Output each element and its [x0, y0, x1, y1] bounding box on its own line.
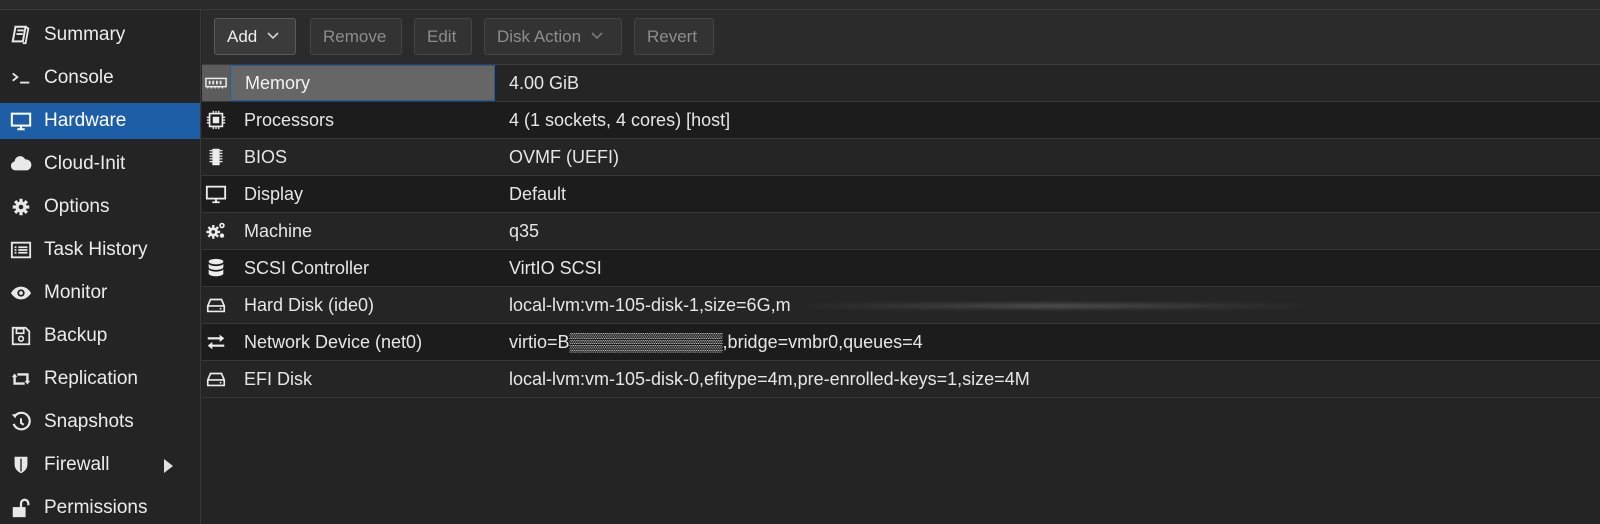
unlock-icon: [9, 496, 33, 520]
sidebar-item-label: Console: [44, 67, 114, 88]
sidebar-item-label: Options: [44, 196, 110, 217]
memory-icon: [202, 65, 230, 101]
sidebar-item-snapshots[interactable]: Snapshots: [0, 404, 200, 440]
gear-icon: [9, 195, 33, 219]
sidebar-item-label: Summary: [44, 24, 126, 45]
retweet-icon: [9, 367, 33, 391]
row-value: virtio=B▒▒▒▒▒▒▒▒▒▒▒▒,bridge=vmbr0,queues…: [509, 331, 923, 352]
exchange-icon: [202, 324, 230, 360]
hdd-icon: [202, 361, 230, 397]
cloud-icon: [9, 152, 33, 176]
disk-action-button[interactable]: Disk Action: [484, 18, 622, 55]
row-name: Hard Disk (ide0): [244, 294, 375, 315]
row-value: 4 (1 sockets, 4 cores) [host]: [509, 109, 731, 130]
row-name: Processors: [244, 109, 335, 130]
row-name: Network Device (net0): [244, 331, 423, 352]
sidebar-item-hardware[interactable]: Hardware: [0, 103, 200, 139]
hardware-row-efi-disk[interactable]: EFI Disk local-lvm:vm-105-disk-0,efitype…: [202, 361, 1600, 398]
hardware-row-display[interactable]: Display Default: [202, 176, 1600, 213]
hardware-row-hard-disk[interactable]: Hard Disk (ide0) local-lvm:vm-105-disk-1…: [202, 287, 1600, 324]
edit-button-label: Edit: [427, 26, 457, 46]
sidebar-item-label: Permissions: [44, 497, 148, 518]
row-name: SCSI Controller: [244, 257, 370, 278]
sidebar-item-label: Firewall: [44, 454, 110, 475]
sidebar-item-label: Replication: [44, 368, 138, 389]
desktop-icon: [202, 176, 230, 212]
list-icon: [9, 238, 33, 262]
sidebar-item-replication[interactable]: Replication: [0, 361, 200, 397]
terminal-icon: [9, 66, 33, 90]
sidebar-item-label: Task History: [44, 239, 148, 260]
remove-button[interactable]: Remove: [310, 18, 402, 55]
sidebar-item-cloud-init[interactable]: Cloud-Init: [0, 146, 200, 182]
microchip-icon: [202, 139, 230, 175]
row-name: Memory: [230, 65, 495, 101]
vm-sidebar-nav: Summary Console Hardware Cloud-Init Opti…: [0, 10, 201, 524]
sidebar-item-firewall[interactable]: Firewall: [0, 447, 200, 483]
app-root: Summary Console Hardware Cloud-Init Opti…: [0, 0, 1600, 524]
chevron-down-icon: [591, 31, 603, 42]
row-name: Machine: [244, 220, 313, 241]
revert-button[interactable]: Revert: [634, 18, 714, 55]
hdd-icon: [202, 287, 230, 323]
disk-action-button-label: Disk Action: [497, 26, 582, 46]
eye-icon: [9, 281, 33, 305]
sidebar-item-console[interactable]: Console: [0, 60, 200, 96]
cpu-icon: [202, 102, 230, 138]
row-value: local-lvm:vm-105-disk-0,efitype=4m,pre-e…: [509, 368, 1030, 389]
hardware-row-memory[interactable]: Memory 4.00 GiB: [202, 65, 1600, 102]
row-value: VirtIO SCSI: [509, 257, 602, 278]
monitor-icon: [9, 109, 33, 133]
row-name: Display: [244, 183, 304, 204]
row-name: EFI Disk: [244, 368, 313, 389]
edit-button[interactable]: Edit: [414, 18, 472, 55]
history-icon: [9, 410, 33, 434]
sidebar-item-backup[interactable]: Backup: [0, 318, 200, 354]
hardware-toolbar: Add Remove Edit Disk Action Revert: [202, 10, 1600, 65]
expand-arrow-icon[interactable]: [164, 459, 173, 473]
hardware-row-network-device[interactable]: Network Device (net0) virtio=B▒▒▒▒▒▒▒▒▒▒…: [202, 324, 1600, 361]
add-button[interactable]: Add: [214, 18, 296, 55]
sidebar-item-task-history[interactable]: Task History: [0, 232, 200, 268]
hardware-row-bios[interactable]: BIOS OVMF (UEFI): [202, 139, 1600, 176]
sidebar-item-label: Backup: [44, 325, 108, 346]
add-button-label: Add: [227, 26, 258, 46]
row-value: OVMF (UEFI): [509, 146, 619, 167]
top-header-bar: [0, 0, 1600, 10]
hardware-row-processors[interactable]: Processors 4 (1 sockets, 4 cores) [host]: [202, 102, 1600, 139]
cogs-icon: [202, 213, 230, 249]
revert-button-label: Revert: [647, 26, 698, 46]
remove-button-label: Remove: [323, 26, 387, 46]
hardware-row-machine[interactable]: Machine q35: [202, 213, 1600, 250]
floppy-icon: [9, 324, 33, 348]
redacted-blur: [794, 304, 1314, 308]
row-value: 4.00 GiB: [509, 72, 580, 93]
sidebar-item-monitor[interactable]: Monitor: [0, 275, 200, 311]
sidebar-item-options[interactable]: Options: [0, 189, 200, 225]
sidebar-item-label: Cloud-Init: [44, 153, 126, 174]
sidebar-item-label: Monitor: [44, 282, 108, 303]
sidebar-item-label: Snapshots: [44, 411, 134, 432]
shield-icon: [9, 453, 33, 477]
sidebar-item-summary[interactable]: Summary: [0, 17, 200, 53]
hardware-row-scsi-controller[interactable]: SCSI Controller VirtIO SCSI: [202, 250, 1600, 287]
row-name: BIOS: [244, 146, 288, 167]
row-value: q35: [509, 220, 540, 241]
book-icon: [9, 23, 33, 47]
sidebar-item-label: Hardware: [44, 110, 127, 131]
database-icon: [202, 250, 230, 286]
chevron-down-icon: [267, 31, 279, 42]
row-value: Default: [509, 183, 567, 204]
sidebar-item-permissions[interactable]: Permissions: [0, 490, 200, 524]
